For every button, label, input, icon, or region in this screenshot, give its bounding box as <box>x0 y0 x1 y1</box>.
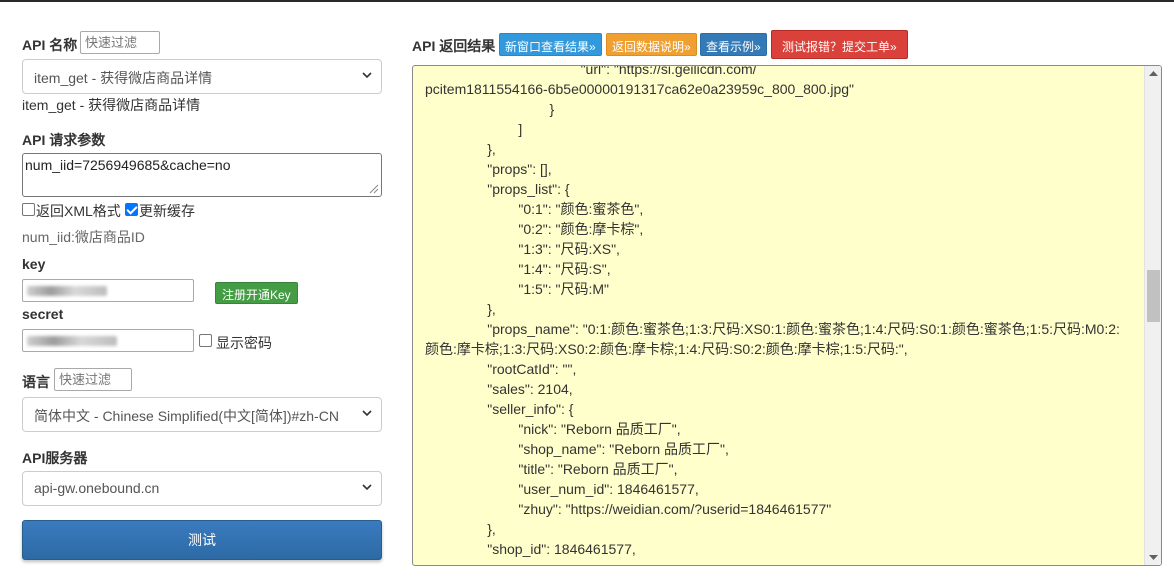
test-button[interactable]: 测试 <box>22 520 382 560</box>
result-line: 颜色:摩卡棕;1:3:尺码:XS0:2:颜色:摩卡棕;1:4:尺码:S0:2:颜… <box>425 341 908 357</box>
xml-format-checkbox[interactable] <box>22 203 35 216</box>
params-textarea[interactable]: num_iid=7256949685&cache=no <box>22 153 382 197</box>
result-line: "sales": 2104, <box>425 381 573 397</box>
secret-label: secret <box>22 306 64 322</box>
result-line: "props": [], <box>425 161 552 177</box>
api-select[interactable]: item_get - 获得微店商品详情 <box>22 59 382 94</box>
new-window-button[interactable]: 新窗口查看结果» <box>499 33 602 56</box>
result-line: "1:4": "尺码:S", <box>425 261 611 277</box>
data-description-button[interactable]: 返回数据说明» <box>606 33 697 56</box>
show-password-checkbox[interactable] <box>199 334 212 347</box>
api-name-label: API 名称 <box>22 37 78 53</box>
api-filter-input[interactable] <box>80 31 160 54</box>
chevron-down-icon <box>362 410 372 417</box>
result-line: "shop_name": "Reborn 品质工厂", <box>425 441 729 457</box>
result-line: }, <box>425 521 496 537</box>
result-line: "title": "Reborn 品质工厂", <box>425 461 678 477</box>
resize-grip-icon <box>369 184 379 194</box>
result-line: "zhuy": "https://weidian.com/?userid=184… <box>425 501 832 517</box>
secret-input[interactable] <box>22 329 194 352</box>
result-line: pcitem1811554166-6b5e00000191317ca62e0a2… <box>425 81 854 97</box>
register-key-button[interactable]: 注册开通Key <box>215 282 298 304</box>
result-scrollbar[interactable] <box>1144 66 1161 565</box>
scroll-thumb[interactable] <box>1147 270 1160 322</box>
result-title: API 返回结果 <box>412 38 496 54</box>
scroll-up-icon[interactable] <box>1149 70 1158 76</box>
top-divider <box>0 0 1174 2</box>
scroll-down-icon[interactable] <box>1149 555 1158 561</box>
result-line: "shop_id": 1846461577, <box>425 541 636 557</box>
result-output[interactable]: "url": "https://si.geilicdn.com/pcitem18… <box>412 65 1162 566</box>
result-line: "nick": "Reborn 品质工厂", <box>425 421 681 437</box>
result-line: "user_num_id": 1846461577, <box>425 481 699 497</box>
result-line: "props_name": "0:1:颜色:蜜茶色;1:3:尺码:XS0:1:颜… <box>425 321 1120 337</box>
refresh-cache-checkbox[interactable] <box>125 203 138 216</box>
result-line: }, <box>425 301 496 317</box>
chevron-down-icon <box>362 72 372 79</box>
params-label: API 请求参数 <box>22 132 106 148</box>
result-line: "props_list": { <box>425 181 570 197</box>
api-select-value: item_get - 获得微店商品详情 <box>34 70 213 86</box>
result-line: "1:3": "尺码:XS", <box>425 241 620 257</box>
report-error-button[interactable]: 测试报错？提交工单» <box>771 30 908 59</box>
redacted-key <box>27 286 107 296</box>
result-line: "url": "https://si.geilicdn.com/ <box>425 65 757 77</box>
server-select[interactable]: api-gw.onebound.cn <box>22 471 382 506</box>
result-line: "1:5": "尺码:M" <box>425 281 610 297</box>
result-line: "0:2": "颜色:摩卡棕", <box>425 221 644 237</box>
params-value: num_iid=7256949685&cache=no <box>25 157 231 173</box>
key-label: key <box>22 256 46 272</box>
result-line: ] <box>425 121 523 137</box>
key-input[interactable] <box>22 279 194 302</box>
show-password-label: 显示密码 <box>216 335 272 351</box>
result-line: "rootCatId": "", <box>425 361 577 377</box>
param-hint: num_iid:微店商品ID <box>22 229 145 245</box>
chevron-down-icon <box>362 484 372 491</box>
language-filter-input[interactable] <box>54 368 132 391</box>
language-label: 语言 <box>22 374 50 390</box>
language-select-value: 简体中文 - Chinese Simplified(中文[简体])#zh-CN <box>34 408 339 424</box>
server-label: API服务器 <box>22 450 88 466</box>
result-line: }, <box>425 141 496 157</box>
refresh-cache-label: 更新缓存 <box>139 203 195 219</box>
redacted-secret <box>27 336 117 346</box>
result-json-text: "url": "https://si.geilicdn.com/pcitem18… <box>425 65 1145 559</box>
result-line: } <box>425 101 555 117</box>
language-select[interactable]: 简体中文 - Chinese Simplified(中文[简体])#zh-CN <box>22 397 382 432</box>
result-line: "seller_info": { <box>425 401 574 417</box>
api-description: item_get - 获得微店商品详情 <box>22 97 201 113</box>
xml-format-label: 返回XML格式 <box>36 203 121 219</box>
server-select-value: api-gw.onebound.cn <box>34 480 160 496</box>
examples-button[interactable]: 查看示例» <box>700 33 767 56</box>
result-line: "0:1": "颜色:蜜茶色", <box>425 201 644 217</box>
